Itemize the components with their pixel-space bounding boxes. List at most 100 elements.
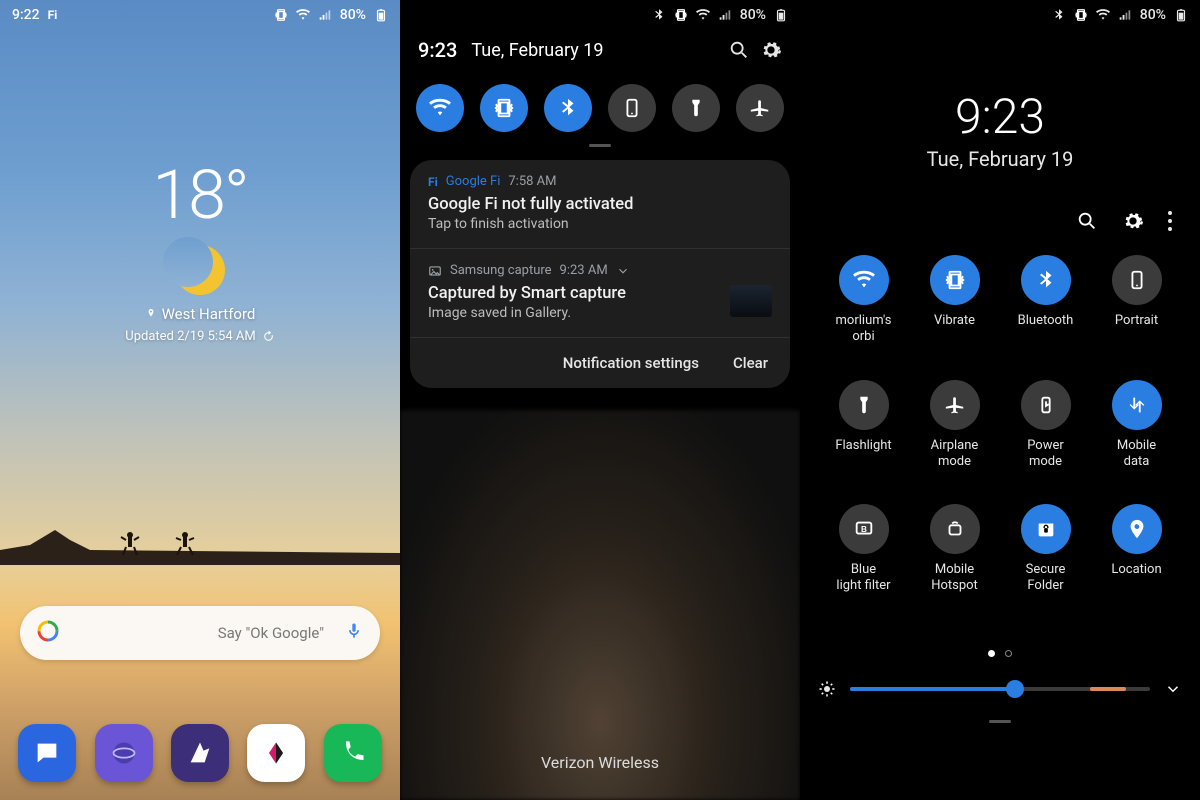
qs-tile-label: Vibrate xyxy=(934,313,975,345)
samsung-app[interactable] xyxy=(247,724,305,782)
wifi-icon xyxy=(839,255,889,305)
location-text: West Hartford xyxy=(162,305,256,323)
qs-tile-data[interactable]: Mobiledata xyxy=(1095,380,1178,471)
power-icon xyxy=(1021,380,1071,430)
temperature: 18° xyxy=(152,155,247,235)
google-search-bar[interactable]: Say "Ok Google" xyxy=(20,606,380,660)
notif-title: Google Fi not fully activated xyxy=(428,195,772,214)
qs-tile-label: Powermode xyxy=(1027,438,1064,471)
page-dot xyxy=(1005,650,1012,657)
shade-drag-handle[interactable] xyxy=(589,144,611,147)
moon-icon xyxy=(175,245,225,295)
qs-tile-label: morlium'sorbi xyxy=(836,313,892,346)
settings-icon[interactable] xyxy=(1122,210,1144,232)
notif-body: Tap to finish activation xyxy=(428,216,772,232)
qs-tile-label: Bluetooth xyxy=(1018,313,1074,345)
mute-icon xyxy=(1074,8,1088,22)
mic-icon[interactable] xyxy=(344,621,364,645)
chevron-down-icon[interactable] xyxy=(616,264,630,278)
rotation-toggle[interactable] xyxy=(608,84,656,132)
qs-tile-label: Bluelight filter xyxy=(836,562,890,595)
portrait-icon xyxy=(1112,255,1162,305)
notif-time: 9:23 AM xyxy=(560,263,608,278)
notif-body: Image saved in Gallery. xyxy=(428,305,772,321)
battery-icon xyxy=(1174,8,1188,22)
refresh-icon[interactable] xyxy=(262,330,275,343)
signal-icon xyxy=(318,8,332,22)
qs-tile-label: SecureFolder xyxy=(1026,562,1066,595)
quick-settings-panel: 80% 9:23 Tue, February 19 morlium'sorbi V… xyxy=(800,0,1200,800)
mute-icon xyxy=(674,8,688,22)
qs-tile-label: Airplanemode xyxy=(931,438,979,471)
notif-title: Captured by Smart capture xyxy=(428,284,772,303)
airplane-icon xyxy=(930,380,980,430)
qs-tile-label: Location xyxy=(1111,562,1161,594)
search-icon[interactable] xyxy=(1076,210,1098,232)
image-icon xyxy=(428,264,442,278)
shade-drag-handle[interactable] xyxy=(989,720,1011,723)
qs-tile-label: Flashlight xyxy=(835,438,891,470)
data-icon xyxy=(1112,380,1162,430)
battery-pct: 80% xyxy=(340,7,366,23)
galaxy-store-app[interactable] xyxy=(171,724,229,782)
notification-shade: 80% 9:23 Tue, February 19 Fi Google Fi 7… xyxy=(400,0,800,800)
wifi-icon xyxy=(696,8,710,22)
status-time: 9:22 xyxy=(12,7,40,23)
location-icon xyxy=(1112,504,1162,554)
vibrate-toggle[interactable] xyxy=(480,84,528,132)
secure-icon xyxy=(1021,504,1071,554)
qs-pager[interactable] xyxy=(800,650,1200,657)
shade-date: Tue, February 19 xyxy=(471,40,718,61)
brightness-icon xyxy=(818,680,836,698)
airplane-toggle[interactable] xyxy=(736,84,784,132)
qs-clock: 9:23 Tue, February 19 xyxy=(800,88,1200,171)
vibrate-icon xyxy=(930,255,980,305)
weather-widget[interactable]: 18° West Hartford Updated 2/19 5:54 AM xyxy=(0,155,400,344)
flashlight-toggle[interactable] xyxy=(672,84,720,132)
messages-app[interactable] xyxy=(18,724,76,782)
quick-settings-grid: morlium'sorbi Vibrate Bluetooth Portrait Fla… xyxy=(822,255,1178,595)
bluetooth-toggle[interactable] xyxy=(544,84,592,132)
quick-settings-row xyxy=(400,84,800,132)
status-bar: 80% xyxy=(400,0,800,30)
hotspot-icon xyxy=(930,504,980,554)
qs-tile-vibrate[interactable]: Vibrate xyxy=(913,255,996,346)
internet-app[interactable] xyxy=(95,724,153,782)
clear-button[interactable]: Clear xyxy=(733,354,768,372)
chevron-down-icon[interactable] xyxy=(1164,680,1182,698)
carrier-label: Verizon Wireless xyxy=(400,753,800,772)
search-placeholder: Say "Ok Google" xyxy=(72,624,332,642)
notification-google-fi[interactable]: Fi Google Fi 7:58 AM Google Fi not fully… xyxy=(410,160,790,249)
qs-tile-location[interactable]: Location xyxy=(1095,504,1178,595)
qs-tile-bluelight[interactable]: Bluelight filter xyxy=(822,504,905,595)
google-logo-icon xyxy=(36,619,60,647)
qs-tile-label: MobileHotspot xyxy=(931,562,978,595)
search-icon[interactable] xyxy=(728,39,750,61)
mute-icon xyxy=(274,8,288,22)
more-icon[interactable] xyxy=(1168,211,1172,231)
notif-thumbnail[interactable] xyxy=(730,285,772,317)
qs-tile-hotspot[interactable]: MobileHotspot xyxy=(913,504,996,595)
notification-card: Fi Google Fi 7:58 AM Google Fi not fully… xyxy=(410,160,790,388)
bluelight-icon xyxy=(839,504,889,554)
settings-icon[interactable] xyxy=(760,39,782,61)
shade-header: 9:23 Tue, February 19 xyxy=(400,38,800,62)
phone-app[interactable] xyxy=(324,724,382,782)
qs-tile-secure[interactable]: SecureFolder xyxy=(1004,504,1087,595)
qs-tile-portrait[interactable]: Portrait xyxy=(1095,255,1178,346)
fi-icon: Fi xyxy=(48,8,58,22)
qs-tile-airplane[interactable]: Airplanemode xyxy=(913,380,996,471)
status-bar: 80% xyxy=(800,0,1200,30)
bluetooth-icon xyxy=(652,8,666,22)
signal-icon xyxy=(1118,8,1132,22)
notification-settings-button[interactable]: Notification settings xyxy=(563,354,699,372)
brightness-slider[interactable] xyxy=(850,687,1150,691)
battery-pct: 80% xyxy=(740,7,766,23)
qs-tile-flashlight[interactable]: Flashlight xyxy=(822,380,905,471)
qs-tile-wifi[interactable]: morlium'sorbi xyxy=(822,255,905,346)
qs-tile-bluetooth[interactable]: Bluetooth xyxy=(1004,255,1087,346)
wifi-toggle[interactable] xyxy=(416,84,464,132)
qs-tile-power[interactable]: Powermode xyxy=(1004,380,1087,471)
brightness-row xyxy=(818,680,1182,698)
notification-samsung-capture[interactable]: Samsung capture 9:23 AM Captured by Smar… xyxy=(410,249,790,338)
